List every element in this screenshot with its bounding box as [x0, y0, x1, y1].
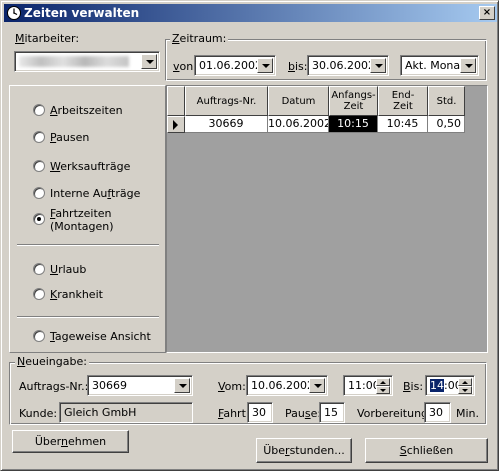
label-werksauftraege: Werksaufträge [50, 160, 131, 173]
radio-urlaub[interactable] [33, 263, 45, 275]
ueberstunden-button[interactable]: Überstunden... [256, 438, 352, 463]
period-combo[interactable]: Akt. Monat [400, 55, 479, 76]
radio-arbeitszeiten[interactable] [33, 104, 45, 116]
vorbereitung-field[interactable]: 30 [424, 402, 451, 423]
mitarbeiter-label: Mitarbeiter: [15, 32, 80, 45]
clock-icon [7, 6, 21, 20]
radio-werksauftraege[interactable] [33, 160, 45, 172]
neueingabe-title: Neueingabe: [15, 355, 89, 368]
min-label: Min. [456, 407, 480, 420]
fahrt-field[interactable]: 30 [247, 402, 273, 423]
radio-krankheit[interactable] [33, 288, 45, 300]
spin-up-icon[interactable] [376, 378, 390, 386]
mitarbeiter-combo[interactable] [14, 51, 160, 72]
mitarbeiter-blurred-value [19, 56, 129, 67]
separator [17, 244, 159, 246]
data-grid[interactable]: Auftrags-Nr. Datum Anfangs- Zeit End- Zeit… [166, 85, 488, 353]
pause-field[interactable]: 15 [319, 402, 345, 423]
kunde-label: Kunde: [19, 407, 58, 420]
bis-label: bis: [288, 60, 308, 73]
auftrags-nr-combo[interactable]: 30669 [87, 375, 193, 396]
radio-pausen[interactable] [33, 131, 45, 143]
table-cell-auftrags-nr[interactable]: 30669 [185, 116, 268, 133]
label-interne-auftraege: Interne Aufträge [50, 187, 141, 200]
col-header-anfangs-zeit[interactable]: Anfangs- Zeit [329, 86, 378, 116]
auftrags-nr-label: Auftrags-Nr.: [19, 380, 89, 393]
close-button[interactable]: × [479, 6, 495, 20]
chevron-down-icon[interactable] [257, 58, 273, 73]
vom-label: Vom: [218, 380, 246, 393]
chevron-down-icon[interactable] [370, 58, 386, 73]
bis-date-field[interactable]: 30.06.2002 [307, 55, 389, 76]
label-krankheit: Krankheit [50, 288, 103, 301]
zeitraum-title: Zeitraum: [170, 32, 229, 45]
spin-up-icon[interactable] [458, 378, 472, 386]
pause-label: Pause: [285, 407, 322, 420]
vom-time-spinner[interactable] [376, 378, 390, 394]
radio-fahrtzeiten[interactable] [33, 213, 45, 225]
table-cell-std[interactable]: 0,50 [428, 116, 465, 133]
von-date-field[interactable]: 01.06.2002 [194, 55, 276, 76]
label-fahrtzeiten: Fahrtzeiten (Montagen) [50, 207, 114, 233]
window-title: Zeiten verwalten [24, 6, 140, 20]
uebernehmen-button[interactable]: Übernehmen [12, 430, 129, 453]
radio-tageweise-ansicht[interactable] [33, 330, 45, 342]
chevron-down-icon[interactable] [174, 378, 190, 393]
chevron-down-icon[interactable] [460, 58, 476, 73]
spin-down-icon[interactable] [376, 386, 390, 394]
spin-down-icon[interactable] [458, 386, 472, 394]
label-tageweise-ansicht: Tageweise Ansicht [50, 330, 151, 343]
title-bar: Zeiten verwalten × [4, 4, 497, 22]
vom-date-field[interactable]: 10.06.2002 [246, 375, 328, 396]
separator [17, 316, 159, 318]
bis-time-field[interactable]: 14:00 [425, 375, 475, 396]
bis-time-hours-selected: 14 [430, 379, 444, 392]
grid-corner [167, 86, 185, 116]
chevron-down-icon[interactable] [309, 378, 325, 393]
window: Zeiten verwalten × Mitarbeiter: Zeitraum… [0, 0, 499, 471]
col-header-auftrags-nr[interactable]: Auftrags-Nr. [185, 86, 268, 116]
col-header-end-zeit[interactable]: End- Zeit [378, 86, 428, 116]
bis-time-label: Bis: [403, 380, 424, 393]
vorbereitung-label: Vorbereitung: [357, 407, 432, 420]
table-cell-datum[interactable]: 10.06.2002 [268, 116, 329, 133]
close-icon: × [482, 7, 492, 18]
vom-time-field[interactable]: 11:00 [343, 375, 393, 396]
schliessen-button[interactable]: Schließen [365, 438, 488, 463]
col-header-datum[interactable]: Datum [268, 86, 329, 116]
chevron-down-icon[interactable] [141, 54, 157, 69]
radio-interne-auftraege[interactable] [33, 187, 45, 199]
fahrt-label: Fahrt: [218, 407, 250, 420]
table-cell-ende[interactable]: 10:45 [378, 116, 428, 133]
triangle-right-icon [167, 116, 185, 133]
col-header-std[interactable]: Std. [428, 86, 465, 116]
table-cell-anfang-selected[interactable]: 10:15 [329, 116, 378, 133]
label-pausen: Pausen [50, 131, 90, 144]
label-urlaub: Urlaub [50, 263, 87, 276]
kunde-field: Gleich GmbH [59, 402, 193, 423]
bis-time-spinner[interactable] [458, 378, 472, 394]
label-arbeitszeiten: Arbeitszeiten [50, 104, 123, 117]
